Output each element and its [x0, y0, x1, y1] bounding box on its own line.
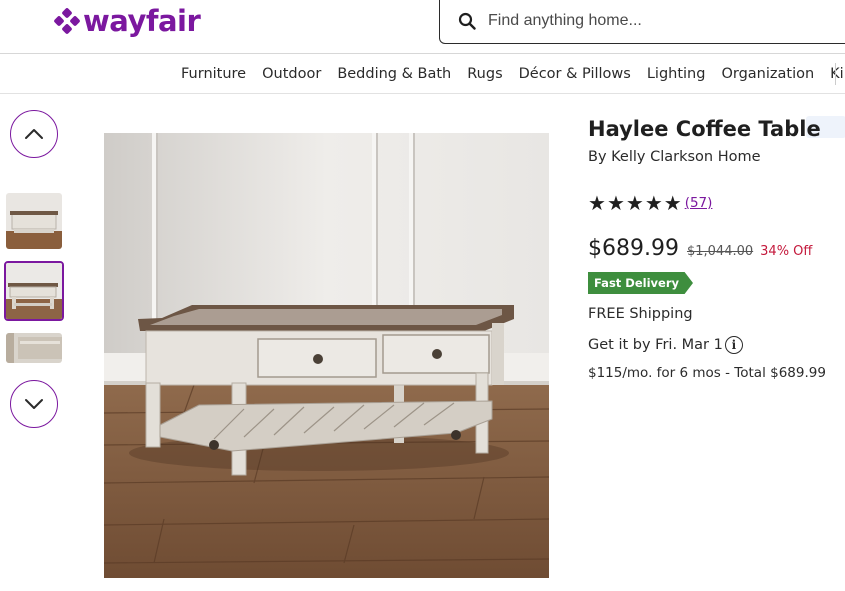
free-shipping-text: FREE Shipping — [588, 306, 693, 322]
search-icon[interactable] — [458, 12, 476, 30]
site-header: wayfair — [0, 0, 845, 54]
nav-item-organization[interactable]: Organization — [721, 65, 814, 83]
gallery-up-button[interactable] — [10, 110, 58, 158]
category-nav-list: Furniture Outdoor Bedding & Bath Rugs Dé… — [181, 65, 845, 83]
main-product-image[interactable] — [104, 133, 549, 578]
nav-item-furniture[interactable]: Furniture — [181, 65, 246, 83]
star-icon: ★ — [588, 191, 606, 215]
search-input[interactable] — [488, 11, 818, 30]
fast-delivery-badge: Fast Delivery — [588, 272, 693, 294]
price-row: $689.99 $1,044.00 34% Off — [588, 236, 845, 261]
nav-item-rugs[interactable]: Rugs — [467, 65, 502, 83]
financing-text: $115/mo. for 6 mos - Total $689.99 — [588, 365, 826, 381]
logo-text: wayfair — [83, 4, 201, 38]
product-info: Haylee Coffee Table By Kelly Clarkson Ho… — [588, 112, 845, 381]
wayfair-logo-icon — [54, 8, 80, 34]
coffee-table-image — [104, 133, 549, 578]
info-icon[interactable]: i — [724, 336, 743, 354]
thumbnail-3[interactable] — [6, 333, 62, 363]
thumbnail-2[interactable] — [4, 261, 64, 321]
thumbnail-1-image — [6, 193, 62, 249]
gallery-down-button[interactable] — [10, 380, 58, 428]
product-title: Haylee Coffee Table — [588, 117, 821, 141]
search-bar[interactable] — [439, 0, 845, 44]
star-icon: ★ — [644, 191, 663, 215]
review-count-link[interactable]: (57) — [685, 195, 713, 211]
sale-price: $689.99 — [588, 236, 679, 261]
nav-scroll-edge[interactable] — [835, 63, 845, 85]
chevron-up-icon — [25, 129, 43, 139]
delivery-estimate: Get it by Fri. Mar 1 i — [588, 335, 845, 355]
product-brand[interactable]: By Kelly Clarkson Home — [588, 146, 845, 168]
nav-item-decor-pillows[interactable]: Décor & Pillows — [519, 65, 631, 83]
star-icon: ★ — [625, 191, 644, 215]
product-rating[interactable]: ★ ★ ★ ★ ★ (57) — [588, 192, 845, 214]
thumbnail-3-image — [6, 333, 62, 363]
nav-item-outdoor[interactable]: Outdoor — [262, 65, 321, 83]
category-nav: Furniture Outdoor Bedding & Bath Rugs Dé… — [0, 55, 845, 94]
star-icon: ★ — [663, 191, 682, 215]
wayfair-logo[interactable]: wayfair — [54, 4, 201, 38]
thumbnail-2-image — [6, 263, 62, 319]
original-price: $1,044.00 — [686, 244, 754, 259]
thumbnail-1[interactable] — [6, 193, 62, 249]
discount-percent: 34% Off — [760, 244, 813, 259]
chevron-down-icon — [25, 399, 43, 409]
star-icon: ★ — [606, 191, 625, 215]
delivery-date-text: Get it by Fri. Mar 1 — [588, 337, 723, 353]
nav-item-bedding-bath[interactable]: Bedding & Bath — [337, 65, 451, 83]
nav-item-lighting[interactable]: Lighting — [647, 65, 706, 83]
